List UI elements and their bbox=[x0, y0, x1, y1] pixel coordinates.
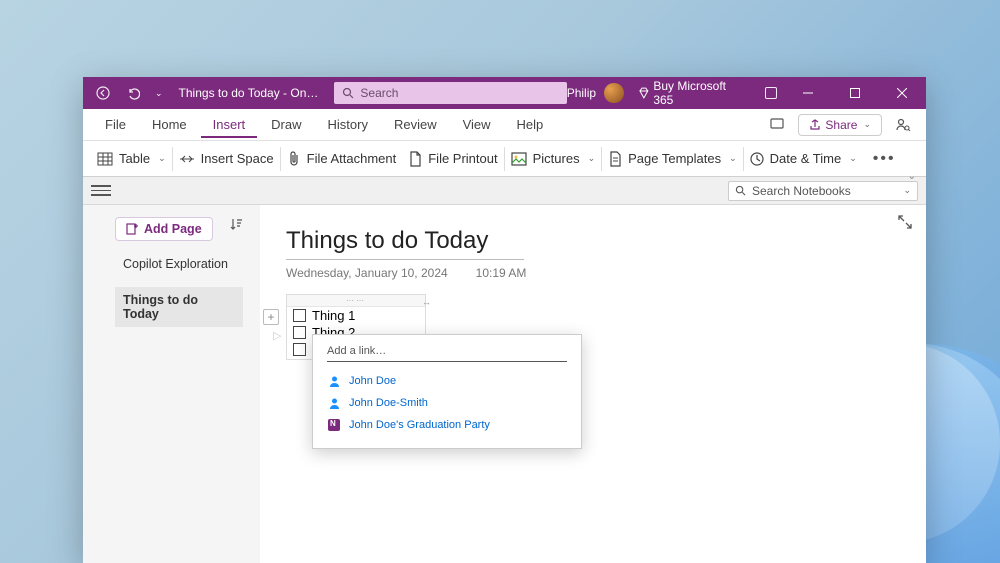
share-icon bbox=[809, 119, 821, 131]
popup-title: Add a link… bbox=[327, 345, 567, 362]
clock-icon bbox=[750, 152, 764, 166]
file-attachment-button[interactable]: File Attachment bbox=[281, 147, 403, 171]
checkbox-icon[interactable] bbox=[293, 309, 306, 322]
maximize-button[interactable] bbox=[836, 77, 875, 109]
note-drag-handle[interactable]: ⋯⋯ bbox=[287, 295, 425, 307]
link-suggestion-popup: Add a link… John Doe John Doe-Smith John… bbox=[312, 334, 582, 449]
back-button[interactable] bbox=[93, 83, 113, 103]
username-label[interactable]: Philip bbox=[567, 86, 596, 100]
page-title[interactable]: Things to do Today bbox=[286, 227, 524, 260]
todo-row-1[interactable]: Thing 1 bbox=[287, 307, 425, 324]
contact-icon bbox=[327, 374, 341, 388]
block-arrow-icon: ▷ bbox=[273, 329, 281, 342]
navigation-bar: Search Notebooks ⌄ bbox=[83, 177, 926, 205]
file-printout-button[interactable]: File Printout bbox=[402, 147, 503, 171]
tab-file[interactable]: File bbox=[93, 111, 138, 138]
add-page-icon bbox=[126, 223, 138, 235]
diamond-icon bbox=[638, 87, 650, 99]
hamburger-icon[interactable] bbox=[91, 185, 111, 196]
tab-insert[interactable]: Insert bbox=[201, 111, 258, 138]
ribbon-tabs: File Home Insert Draw History Review Vie… bbox=[83, 109, 926, 141]
note-resize-handle[interactable]: ↔ bbox=[422, 297, 431, 307]
page-time: 10:19 AM bbox=[476, 266, 527, 280]
search-icon bbox=[342, 87, 354, 99]
minimize-button[interactable] bbox=[789, 77, 828, 109]
ribbon-more-button[interactable]: ••• bbox=[867, 146, 902, 172]
page-templates-button[interactable]: Page Templates⌄ bbox=[602, 147, 743, 171]
onenote-window: ⌄ Things to do Today - On… Search Philip… bbox=[83, 77, 926, 563]
document-icon bbox=[408, 151, 422, 167]
search-placeholder: Search bbox=[360, 86, 398, 100]
close-button[interactable] bbox=[883, 77, 922, 109]
titlebar: ⌄ Things to do Today - On… Search Philip… bbox=[83, 77, 926, 109]
checkbox-icon[interactable] bbox=[293, 343, 306, 356]
global-search-input[interactable]: Search bbox=[334, 82, 566, 104]
template-icon bbox=[608, 151, 622, 167]
comments-icon[interactable] bbox=[764, 112, 790, 138]
sort-icon[interactable] bbox=[229, 217, 243, 231]
tab-home[interactable]: Home bbox=[140, 111, 199, 138]
person-search-icon[interactable] bbox=[890, 112, 916, 138]
page-list-sidebar: Add Page Copilot Exploration Things to d… bbox=[83, 205, 257, 563]
undo-dropdown-icon[interactable]: ⌄ bbox=[155, 88, 163, 99]
search-notebooks-input[interactable]: Search Notebooks ⌄ bbox=[728, 181, 918, 201]
insert-space-icon bbox=[179, 151, 195, 167]
ribbon-commands: Table⌄ Insert Space File Attachment File… bbox=[83, 141, 926, 177]
paperclip-icon bbox=[287, 151, 301, 167]
add-page-button[interactable]: Add Page bbox=[115, 217, 213, 241]
ribbon-collapse-chevron-icon[interactable]: ⌄ bbox=[908, 171, 916, 182]
pictures-button[interactable]: Pictures⌄ bbox=[505, 147, 602, 170]
search-icon bbox=[735, 185, 746, 196]
suggestion-contact-1[interactable]: John Doe bbox=[327, 370, 567, 392]
date-time-button[interactable]: Date & Time⌄ bbox=[744, 147, 863, 170]
window-title: Things to do Today - On… bbox=[179, 86, 319, 100]
picture-icon bbox=[511, 152, 527, 166]
tab-history[interactable]: History bbox=[316, 111, 380, 138]
onenote-page-icon bbox=[327, 418, 341, 432]
table-button[interactable]: Table⌄ bbox=[91, 147, 172, 171]
main-body: Add Page Copilot Exploration Things to d… bbox=[83, 205, 926, 563]
suggestion-contact-2[interactable]: John Doe-Smith bbox=[327, 392, 567, 414]
fullscreen-icon[interactable] bbox=[898, 215, 912, 229]
page-date: Wednesday, January 10, 2024 bbox=[286, 266, 448, 280]
tab-draw[interactable]: Draw bbox=[259, 111, 313, 138]
suggestion-page-1[interactable]: John Doe's Graduation Party bbox=[327, 414, 567, 436]
ribbon-mode-button[interactable] bbox=[761, 83, 781, 103]
share-button[interactable]: Share ⌄ bbox=[798, 114, 882, 136]
contact-icon bbox=[327, 396, 341, 410]
sidebar-item-things-to-do[interactable]: Things to do Today bbox=[115, 287, 243, 327]
sidebar-item-copilot[interactable]: Copilot Exploration bbox=[115, 251, 243, 277]
tab-review[interactable]: Review bbox=[382, 111, 449, 138]
table-icon bbox=[97, 151, 113, 167]
buy-microsoft-365-button[interactable]: Buy Microsoft 365 bbox=[638, 79, 748, 107]
page-canvas[interactable]: Things to do Today Wednesday, January 10… bbox=[260, 205, 926, 563]
tab-view[interactable]: View bbox=[451, 111, 503, 138]
insert-space-button[interactable]: Insert Space bbox=[173, 147, 280, 171]
avatar[interactable] bbox=[604, 83, 624, 103]
add-block-button[interactable]: + bbox=[263, 309, 279, 325]
undo-button[interactable] bbox=[123, 83, 143, 103]
tab-help[interactable]: Help bbox=[505, 111, 556, 138]
checkbox-icon[interactable] bbox=[293, 326, 306, 339]
